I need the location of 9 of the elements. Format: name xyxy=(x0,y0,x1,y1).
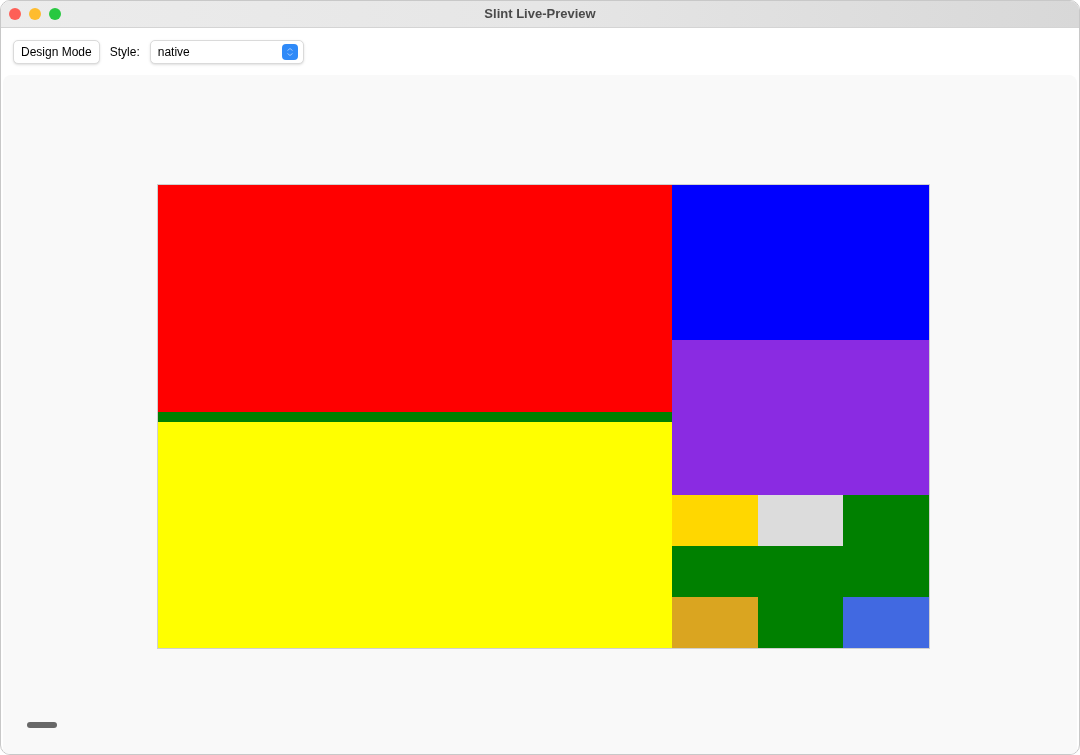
design-mode-button[interactable]: Design Mode xyxy=(13,39,100,64)
close-button[interactable] xyxy=(9,8,21,20)
zoom-button[interactable] xyxy=(49,8,61,20)
style-combo-box[interactable]: native xyxy=(149,39,304,64)
window-title: Slint Live-Preview xyxy=(484,5,596,24)
scroll-indicator[interactable] xyxy=(27,722,57,728)
chevron-up-down-icon xyxy=(281,43,298,60)
style-label: Style: xyxy=(109,43,140,61)
minimize-button[interactable] xyxy=(29,8,41,20)
